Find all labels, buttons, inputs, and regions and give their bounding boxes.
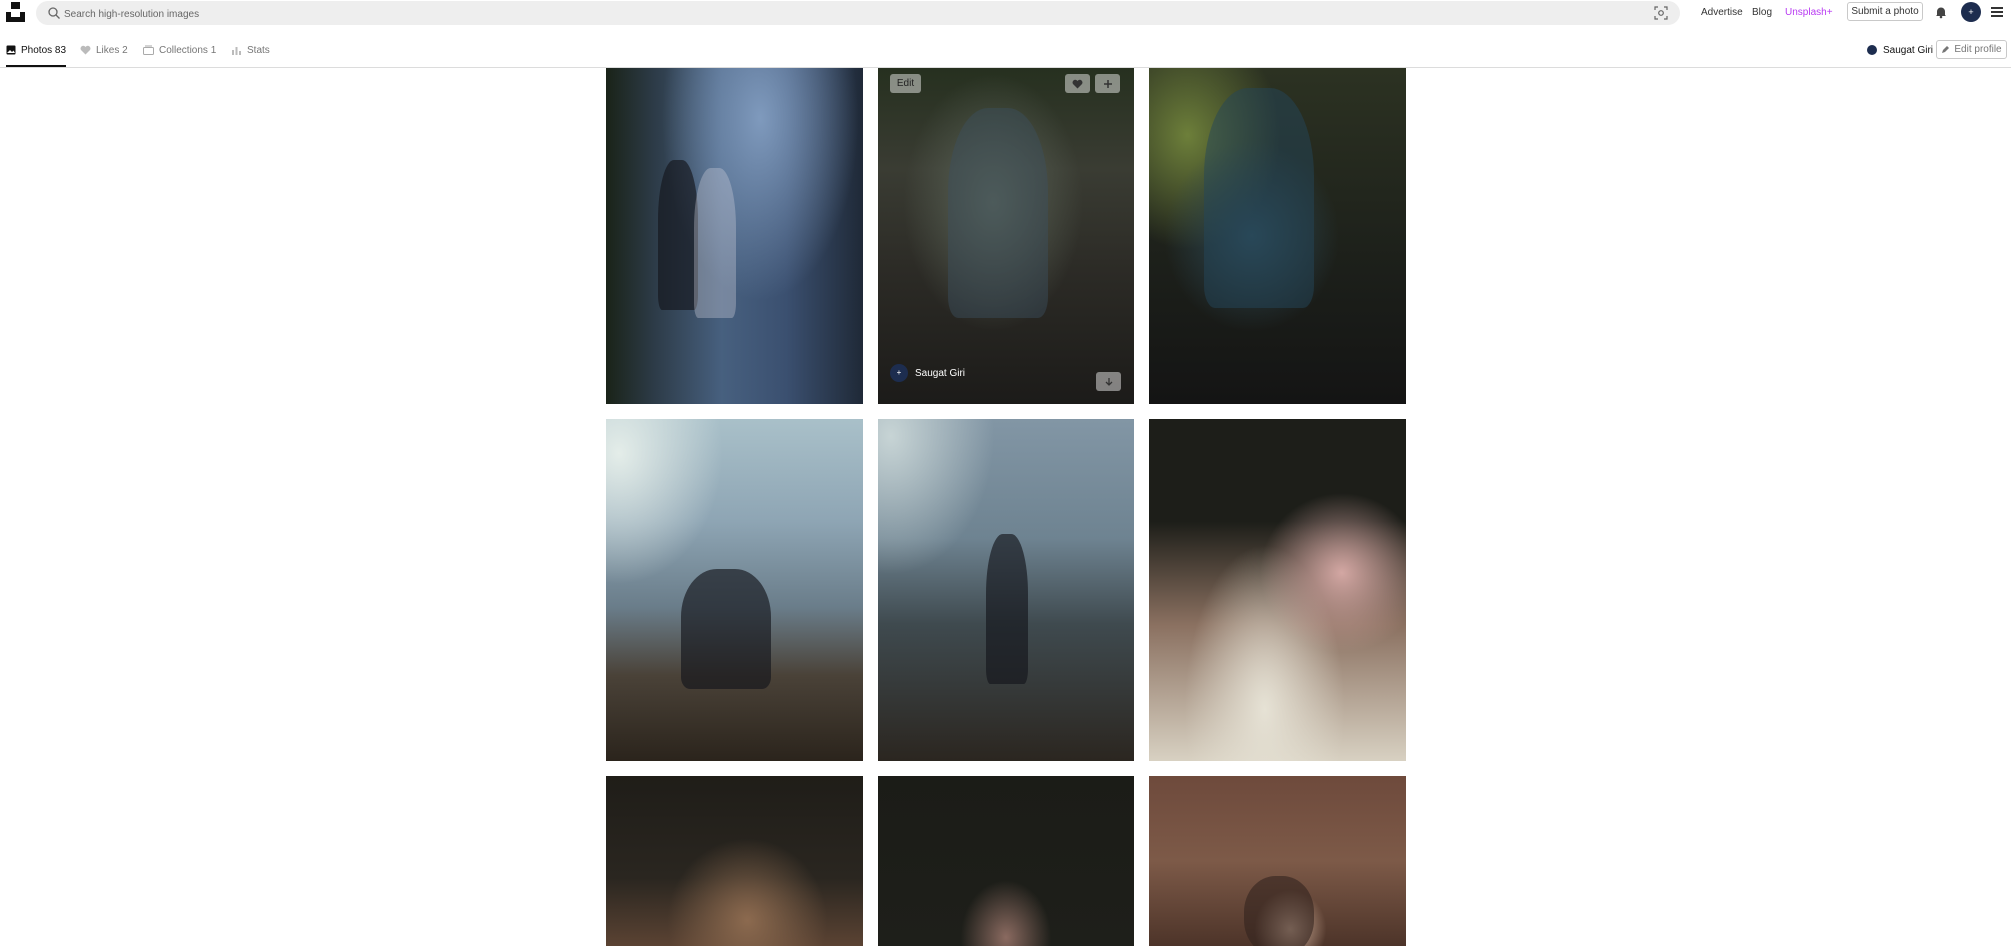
visual-search-icon[interactable] (1654, 6, 1668, 20)
unsplash-logo-icon[interactable] (6, 2, 25, 22)
tab-photos-label: Photos 83 (21, 45, 67, 56)
user-avatar-small (1867, 45, 1877, 56)
user-avatar[interactable]: + (1961, 2, 1981, 22)
submit-photo-button[interactable]: Submit a photo (1847, 2, 1923, 21)
top-header: Advertise Blog Unsplash+ Submit a photo … (0, 0, 2011, 26)
edit-profile-button[interactable]: Edit profile (1936, 40, 2007, 59)
photo-subject (948, 108, 1048, 318)
profile-user-chip[interactable]: Saugat Giri (1867, 45, 1933, 56)
hamburger-menu-icon[interactable] (1991, 7, 2003, 17)
photo-card[interactable] (1149, 776, 1406, 946)
photo-subject (1244, 876, 1314, 946)
add-to-collection-button[interactable] (1095, 74, 1120, 93)
notifications-bell-icon[interactable] (1934, 5, 1948, 19)
photo-card[interactable] (606, 419, 863, 761)
photo-card-hovered[interactable]: Edit + Saugat Giri (878, 68, 1134, 404)
photo-card[interactable] (878, 419, 1134, 761)
photo-subject (694, 168, 736, 318)
search-bar (36, 1, 1680, 25)
photo-subject (658, 160, 698, 310)
unsplash-plus-link[interactable]: Unsplash+ (1785, 7, 1833, 18)
photo-subject (1204, 88, 1314, 308)
profile-tabs: Photos 83 Likes 2 Collections 1 Stats (0, 38, 2011, 68)
search-input[interactable] (62, 3, 1646, 25)
advertise-link[interactable]: Advertise (1701, 7, 1743, 18)
photo-icon (6, 45, 16, 55)
blog-link[interactable]: Blog (1752, 7, 1772, 18)
collections-icon (143, 45, 154, 56)
photo-card[interactable] (606, 776, 863, 946)
photo-card[interactable] (1149, 68, 1406, 404)
edit-profile-label: Edit profile (1954, 44, 2002, 55)
author-avatar[interactable]: + (890, 364, 908, 382)
photo-card[interactable] (878, 776, 1134, 946)
plus-icon (1103, 80, 1112, 88)
tab-stats-label: Stats (247, 45, 270, 56)
tab-photos[interactable]: Photos 83 (6, 45, 67, 67)
tab-collections[interactable]: Collections 1 (143, 45, 216, 65)
photo-subject (986, 534, 1028, 684)
profile-user-name: Saugat Giri (1883, 45, 1934, 56)
photo-subject (681, 569, 771, 689)
tab-stats[interactable]: Stats (231, 45, 270, 65)
tab-likes-label: Likes 2 (96, 45, 128, 56)
edit-photo-button[interactable]: Edit (890, 74, 921, 93)
download-arrow-icon (1105, 378, 1112, 386)
tab-collections-label: Collections 1 (159, 45, 217, 56)
stats-icon (232, 47, 241, 56)
like-photo-button[interactable] (1065, 74, 1090, 93)
heart-icon (80, 46, 91, 55)
photo-card[interactable] (606, 68, 863, 404)
pencil-icon (1942, 45, 1950, 53)
author-name[interactable]: Saugat Giri (915, 368, 965, 379)
heart-icon (1072, 79, 1083, 89)
photo-card[interactable] (1149, 419, 1406, 761)
tab-likes[interactable]: Likes 2 (80, 45, 128, 65)
download-photo-button[interactable] (1096, 372, 1121, 391)
search-icon (48, 7, 60, 19)
